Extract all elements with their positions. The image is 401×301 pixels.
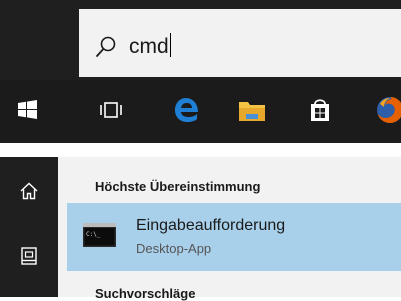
file-explorer[interactable] <box>236 94 268 126</box>
firefox-browser[interactable] <box>374 94 401 126</box>
suggestions-heading: Suchvorschläge <box>95 286 196 301</box>
edge-browser[interactable] <box>171 94 203 126</box>
folder-icon <box>236 94 268 126</box>
search-panel: cmd <box>0 0 401 143</box>
command-prompt-glyph: C:\_ <box>86 231 101 238</box>
home-icon[interactable] <box>18 180 40 202</box>
task-view-button[interactable] <box>95 94 127 126</box>
edge-icon <box>171 94 203 126</box>
search-input[interactable]: cmd <box>129 33 171 60</box>
start-button[interactable] <box>12 94 44 126</box>
search-results: Höchste Übereinstimmung C:\_ Eingabeauff… <box>58 157 401 301</box>
microsoft-store[interactable] <box>304 94 336 126</box>
start-menu-sidebar <box>0 157 58 297</box>
start-menu: Höchste Übereinstimmung C:\_ Eingabeauff… <box>0 157 401 301</box>
search-box[interactable]: cmd <box>79 9 401 77</box>
search-icon <box>95 35 117 59</box>
result-subtitle: Desktop-App <box>136 241 212 256</box>
text-caret <box>169 33 171 57</box>
result-title: Eingabeaufforderung <box>136 217 286 234</box>
store-bag-icon <box>304 94 336 126</box>
command-prompt-icon: C:\_ <box>83 223 116 247</box>
best-match-heading: Höchste Übereinstimmung <box>95 179 261 194</box>
windows-logo-icon <box>12 94 44 126</box>
firefox-icon <box>374 94 401 126</box>
document-icon[interactable] <box>18 245 40 267</box>
best-match-result[interactable]: C:\_ Eingabeaufforderung Desktop-App <box>67 203 401 271</box>
taskbar <box>0 80 401 140</box>
search-query: cmd <box>129 35 169 58</box>
task-view-icon <box>95 94 127 126</box>
